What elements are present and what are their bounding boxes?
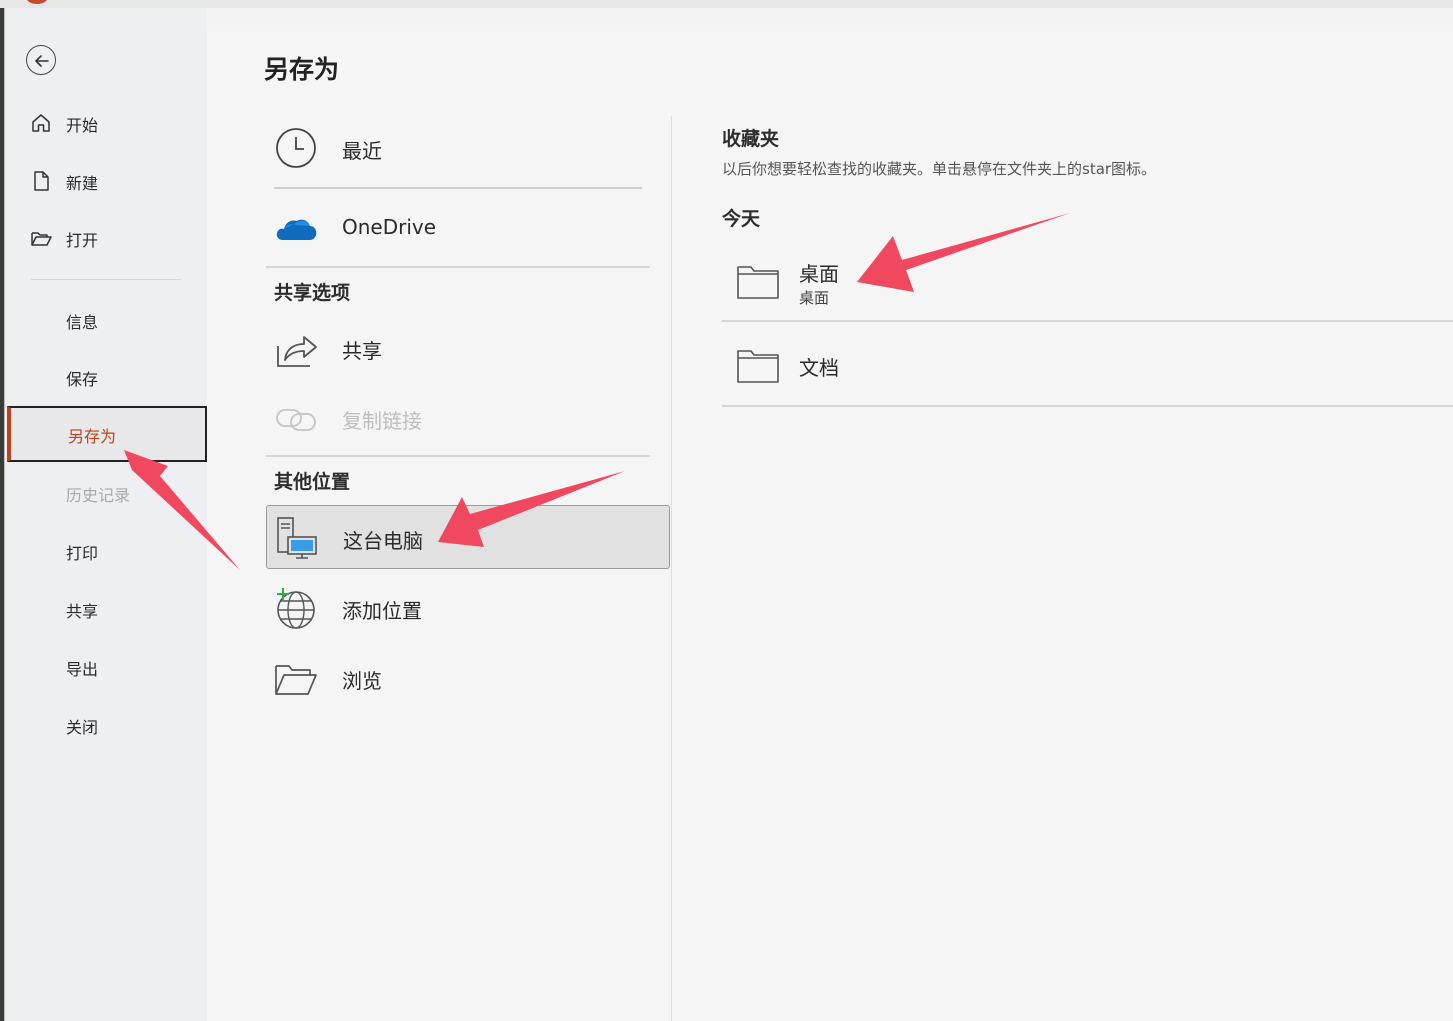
favorites-heading: 收藏夹 <box>722 128 780 150</box>
sidebar-item-export[interactable]: 导出 <box>5 646 208 686</box>
add-place-globe-icon <box>277 588 315 629</box>
today-heading: 今天 <box>722 208 761 230</box>
page-title: 另存为 <box>264 55 340 84</box>
location-label: 最近 <box>342 139 382 163</box>
divider <box>266 455 650 457</box>
sidebar-item-home[interactable]: 开始 <box>5 102 208 142</box>
sidebar-item-info[interactable]: 信息 <box>5 299 208 339</box>
location-onedrive[interactable]: OneDrive <box>266 196 670 258</box>
favorites-description: 以后你想要轻松查找的收藏夹。单击悬停在文件夹上的star图标。 <box>722 160 1157 178</box>
location-browse[interactable]: 浏览 <box>266 646 670 708</box>
location-copy-link: 复制链接 <box>266 386 670 448</box>
folder-item-documents[interactable]: 文档 <box>722 322 1453 404</box>
folder-name: 桌面 <box>799 262 839 286</box>
location-this-pc[interactable]: 这台电脑 <box>266 505 670 569</box>
sidebar-item-label: 历史记录 <box>66 486 131 505</box>
folder-name: 文档 <box>799 356 839 380</box>
panel-divider <box>671 116 672 1021</box>
location-label: OneDrive <box>342 215 437 239</box>
new-document-icon <box>34 171 49 191</box>
location-recent[interactable]: 最近 <box>266 116 670 178</box>
location-label: 添加位置 <box>342 599 422 623</box>
folder-icon <box>737 266 779 299</box>
share-icon <box>277 336 317 367</box>
location-share[interactable]: 共享 <box>266 316 670 378</box>
sidebar-item-label: 共享 <box>66 602 99 621</box>
save-as-panel: 另存为 最近 OneDrive 共享选项 共享 复制链接 其他位置 这台电脑 添… <box>207 28 1453 1021</box>
divider <box>274 187 642 189</box>
sidebar-divider <box>31 279 181 280</box>
location-label: 这台电脑 <box>343 529 423 553</box>
location-label: 共享 <box>342 339 382 363</box>
sidebar-item-close[interactable]: 关闭 <box>5 704 208 744</box>
location-add-place[interactable]: 添加位置 <box>266 576 670 638</box>
sidebar-item-label: 开始 <box>66 116 99 135</box>
sidebar-item-label: 导出 <box>66 660 99 679</box>
sidebar-item-label: 打印 <box>66 544 99 563</box>
back-button[interactable] <box>26 45 56 75</box>
sidebar-item-history: 历史记录 <box>5 472 208 512</box>
folder-icon <box>737 350 779 383</box>
this-pc-icon <box>277 517 317 559</box>
sidebar-item-label: 另存为 <box>68 427 117 446</box>
folder-item-desktop[interactable]: 桌面 桌面 <box>722 240 1453 322</box>
app-logo-icon <box>26 0 48 4</box>
sidebar-item-label: 信息 <box>66 313 99 332</box>
backstage-sidebar: 开始 新建 打开 信息 保存 另存为 历史记录 打印 共享 导出 关闭 <box>4 8 207 1021</box>
sidebar-item-share[interactable]: 共享 <box>5 588 208 628</box>
sidebar-item-open[interactable]: 打开 <box>5 217 208 257</box>
browse-folder-icon <box>275 665 317 695</box>
share-options-heading: 共享选项 <box>274 282 351 304</box>
clock-icon <box>276 128 316 168</box>
sidebar-item-label: 新建 <box>66 174 99 193</box>
location-label: 浏览 <box>342 669 382 693</box>
other-locations-heading: 其他位置 <box>274 471 351 493</box>
sidebar-item-label: 关闭 <box>66 718 99 737</box>
sidebar-item-print[interactable]: 打印 <box>5 530 208 570</box>
home-icon <box>32 114 50 132</box>
sidebar-item-label: 打开 <box>66 231 99 250</box>
sidebar-item-label: 保存 <box>66 370 99 389</box>
link-icon <box>276 409 316 431</box>
divider <box>722 405 1453 407</box>
sidebar-item-save[interactable]: 保存 <box>5 356 208 396</box>
location-label: 复制链接 <box>342 409 422 433</box>
back-arrow-icon <box>35 55 49 67</box>
folder-path: 桌面 <box>799 289 830 307</box>
sidebar-item-save-as[interactable]: 另存为 <box>7 406 207 462</box>
open-folder-icon <box>31 232 52 246</box>
divider <box>266 266 650 268</box>
title-bar <box>0 0 1453 8</box>
onedrive-cloud-icon <box>276 219 317 240</box>
sidebar-item-new[interactable]: 新建 <box>5 160 208 200</box>
